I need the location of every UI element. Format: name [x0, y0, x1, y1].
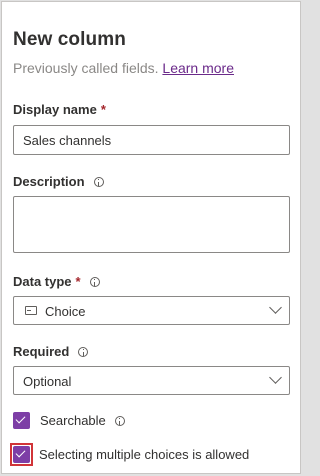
chevron-down-icon [269, 301, 282, 314]
required-asterisk: * [75, 274, 81, 289]
chevron-down-icon [269, 371, 282, 384]
display-name-input[interactable]: Sales channels [13, 125, 290, 155]
description-label-text: Description [13, 174, 85, 189]
display-name-label-text: Display name [13, 102, 97, 117]
subtitle-text: Previously called fields. [13, 60, 159, 76]
searchable-row[interactable]: Searchable [13, 412, 125, 429]
new-column-panel: New column Previously called fields. Lea… [1, 1, 301, 474]
required-value: Optional [23, 374, 72, 389]
panel-title: New column [13, 29, 126, 50]
display-name-label: Display name * [13, 102, 106, 117]
multi-choice-label: Selecting multiple choices is allowed [39, 447, 250, 462]
data-type-label-text: Data type [13, 274, 72, 289]
required-dropdown[interactable]: Optional [13, 366, 290, 395]
data-type-dropdown[interactable]: Choice [13, 296, 290, 325]
info-icon[interactable] [78, 346, 89, 357]
searchable-label: Searchable [40, 413, 106, 428]
learn-more-link[interactable]: Learn more [162, 60, 234, 76]
searchable-checkbox[interactable] [13, 412, 30, 429]
panel-subtitle: Previously called fields. Learn more [13, 60, 234, 76]
multi-choice-row[interactable]: Selecting multiple choices is allowed [10, 443, 250, 466]
display-name-value: Sales channels [23, 133, 112, 148]
required-label: Required [13, 344, 89, 359]
multi-choice-checkbox[interactable] [10, 443, 33, 466]
choice-icon [25, 306, 37, 315]
required-asterisk: * [100, 102, 106, 117]
info-icon[interactable] [114, 415, 125, 426]
info-icon[interactable] [89, 276, 100, 287]
description-label: Description [13, 174, 104, 189]
info-icon[interactable] [93, 176, 104, 187]
description-textarea[interactable] [13, 196, 290, 253]
data-type-value: Choice [45, 304, 86, 319]
required-label-text: Required [13, 344, 70, 359]
data-type-label: Data type * [13, 274, 100, 289]
highlight-box [10, 443, 33, 466]
